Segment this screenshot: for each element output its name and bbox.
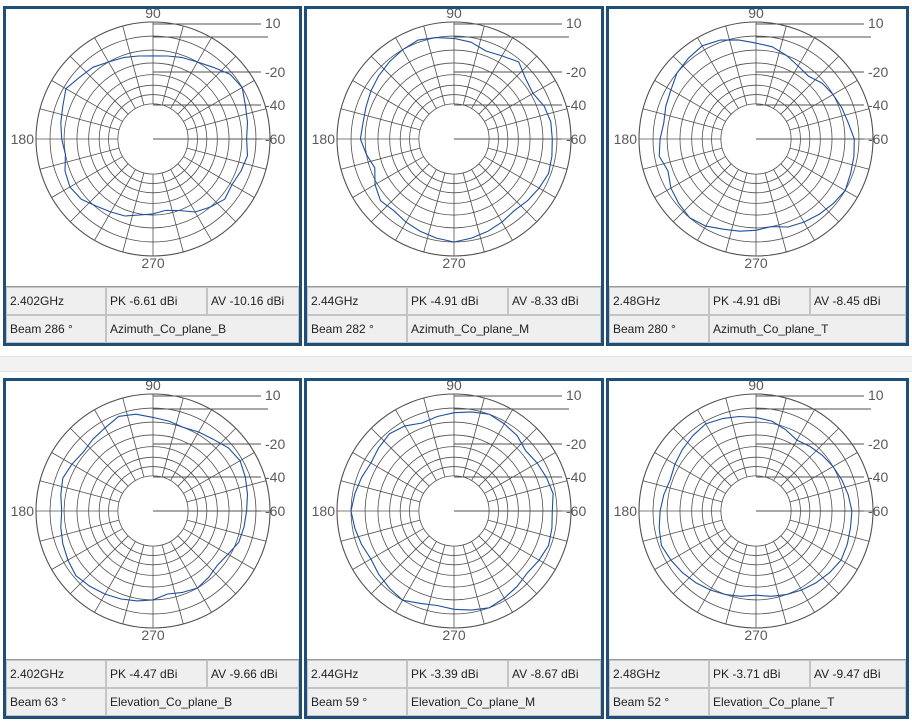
- beam-angle-cell: Beam 282 °: [307, 315, 407, 343]
- polar-plot: 10 -20 -40 -60 90 180 270: [312, 9, 587, 271]
- plane-name-cell: Elevation_Co_plane_M: [407, 688, 601, 716]
- beam-angle-cell: Beam 286 °: [6, 315, 106, 343]
- radial-tick-label: -40: [265, 469, 285, 485]
- angle-label-270: 270: [442, 627, 466, 643]
- frequency-cell: 2.48GHz: [609, 287, 709, 315]
- peak-gain-cell: PK -4.91 dBi: [709, 287, 810, 315]
- angle-label-90: 90: [446, 381, 462, 393]
- polar-plot: 10 -20 -40 -60 90 180 270: [614, 381, 889, 643]
- average-gain-cell: AV -10.16 dBi: [207, 287, 299, 315]
- angle-label-180: 180: [11, 131, 35, 147]
- angle-label-90: 90: [145, 381, 161, 393]
- polar-plot: 10 -20 -40 -60 90 180 270: [312, 381, 587, 643]
- polar-plot: 10 -20 -40 -60 90 180 270: [11, 381, 286, 643]
- pattern-trace: [658, 39, 855, 232]
- beam-angle-cell: Beam 59 °: [307, 688, 407, 716]
- frequency-cell: 2.44GHz: [307, 660, 407, 688]
- polar-chart-panel: 10 -20 -40 -60 90 180 270 2.44GHz PK -4.91 dBi AV…: [304, 6, 604, 346]
- angle-label-270: 270: [141, 627, 165, 643]
- radial-tick-label: 10: [868, 15, 884, 31]
- beam-angle-cell: Beam 280 °: [609, 315, 709, 343]
- plane-name-cell: Elevation_Co_plane_T: [709, 688, 906, 716]
- polar-chart-panel: 10 -20 -40 -60 90 180 270 2.44GHz PK -3.39 dBi AV…: [304, 378, 604, 719]
- polar-chart-panel: 10 -20 -40 -60 90 180 270 2.48GHz PK -3.71 dBi AV…: [606, 378, 909, 719]
- beam-angle-cell: Beam 63 °: [6, 688, 106, 716]
- peak-gain-cell: PK -6.61 dBi: [106, 287, 207, 315]
- measurement-info-table: 2.44GHz PK -3.39 dBi AV -8.67 dBi Beam 59 °…: [307, 659, 601, 716]
- polar-plot: 10 -20 -40 -60 90 180 270: [614, 9, 889, 271]
- pattern-trace: [359, 37, 553, 243]
- radial-tick-label: -20: [566, 436, 586, 452]
- radial-tick-label: -60: [566, 503, 586, 519]
- radial-tick-label: -40: [265, 97, 285, 113]
- peak-gain-cell: PK -3.39 dBi: [407, 660, 508, 688]
- radial-tick-label: 10: [566, 387, 582, 403]
- peak-gain-cell: PK -4.91 dBi: [407, 287, 508, 315]
- radial-tick-label: -60: [566, 131, 586, 147]
- frequency-cell: 2.44GHz: [307, 287, 407, 315]
- plane-name-cell: Azimuth_Co_plane_T: [709, 315, 906, 343]
- angle-label-90: 90: [748, 9, 764, 21]
- average-gain-cell: AV -8.45 dBi: [810, 287, 906, 315]
- plane-name-cell: Elevation_Co_plane_B: [106, 688, 299, 716]
- frequency-cell: 2.402GHz: [6, 287, 106, 315]
- angle-label-180: 180: [312, 503, 336, 519]
- radial-tick-label: 10: [265, 387, 281, 403]
- angle-label-270: 270: [141, 255, 165, 271]
- row-divider: [0, 356, 912, 372]
- radial-tick-label: -60: [868, 131, 888, 147]
- radial-tick-label: -20: [265, 64, 285, 80]
- radial-tick-label: -60: [868, 503, 888, 519]
- measurement-info-table: 2.402GHz PK -6.61 dBi AV -10.16 dBi Beam 28…: [6, 286, 299, 343]
- radial-tick-label: -20: [868, 436, 888, 452]
- radial-tick-label: 10: [566, 15, 582, 31]
- measurement-info-table: 2.402GHz PK -4.47 dBi AV -9.66 dBi Beam 63 …: [6, 659, 299, 716]
- measurement-info-table: 2.48GHz PK -3.71 dBi AV -9.47 dBi Beam 52 °…: [609, 659, 906, 716]
- angle-label-180: 180: [11, 503, 35, 519]
- polar-plot: 10 -20 -40 -60 90 180 270: [11, 9, 286, 271]
- average-gain-cell: AV -8.33 dBi: [508, 287, 601, 315]
- angle-label-90: 90: [748, 381, 764, 393]
- angle-label-180: 180: [614, 503, 638, 519]
- polar-chart-panel: 10 -20 -40 -60 90 180 270 2.48GHz PK -4.91 dBi AV…: [606, 6, 909, 346]
- angle-label-90: 90: [446, 9, 462, 21]
- radial-tick-label: -40: [566, 97, 586, 113]
- peak-gain-cell: PK -4.47 dBi: [106, 660, 207, 688]
- measurement-info-table: 2.44GHz PK -4.91 dBi AV -8.33 dBi Beam 282 …: [307, 286, 601, 343]
- radial-tick-label: -20: [265, 436, 285, 452]
- frequency-cell: 2.48GHz: [609, 660, 709, 688]
- radial-tick-label: -40: [868, 469, 888, 485]
- angle-label-180: 180: [312, 131, 336, 147]
- polar-chart-panel: 10 -20 -40 -60 90 180 270 2.402GHz PK -6.61 dBi A…: [3, 6, 302, 346]
- radial-tick-label: -60: [265, 131, 285, 147]
- beam-angle-cell: Beam 52 °: [609, 688, 709, 716]
- plane-name-cell: Azimuth_Co_plane_B: [106, 315, 299, 343]
- radial-tick-label: -60: [265, 503, 285, 519]
- radial-tick-label: -20: [566, 64, 586, 80]
- polar-chart-panel: 10 -20 -40 -60 90 180 270 2.402GHz PK -4.47 dBi A…: [3, 378, 302, 719]
- average-gain-cell: AV -9.47 dBi: [810, 660, 906, 688]
- radial-tick-label: 10: [868, 387, 884, 403]
- average-gain-cell: AV -8.67 dBi: [508, 660, 601, 688]
- measurement-info-table: 2.48GHz PK -4.91 dBi AV -8.45 dBi Beam 280 …: [609, 286, 906, 343]
- radial-tick-label: -40: [566, 469, 586, 485]
- angle-label-270: 270: [442, 255, 466, 271]
- peak-gain-cell: PK -3.71 dBi: [709, 660, 810, 688]
- plane-name-cell: Azimuth_Co_plane_M: [407, 315, 601, 343]
- radial-tick-label: -20: [868, 64, 888, 80]
- angle-label-90: 90: [145, 9, 161, 21]
- frequency-cell: 2.402GHz: [6, 660, 106, 688]
- radial-tick-label: -40: [868, 97, 888, 113]
- average-gain-cell: AV -9.66 dBi: [207, 660, 299, 688]
- angle-label-270: 270: [744, 255, 768, 271]
- angle-label-270: 270: [744, 627, 768, 643]
- angle-label-180: 180: [614, 131, 638, 147]
- radial-tick-label: 10: [265, 15, 281, 31]
